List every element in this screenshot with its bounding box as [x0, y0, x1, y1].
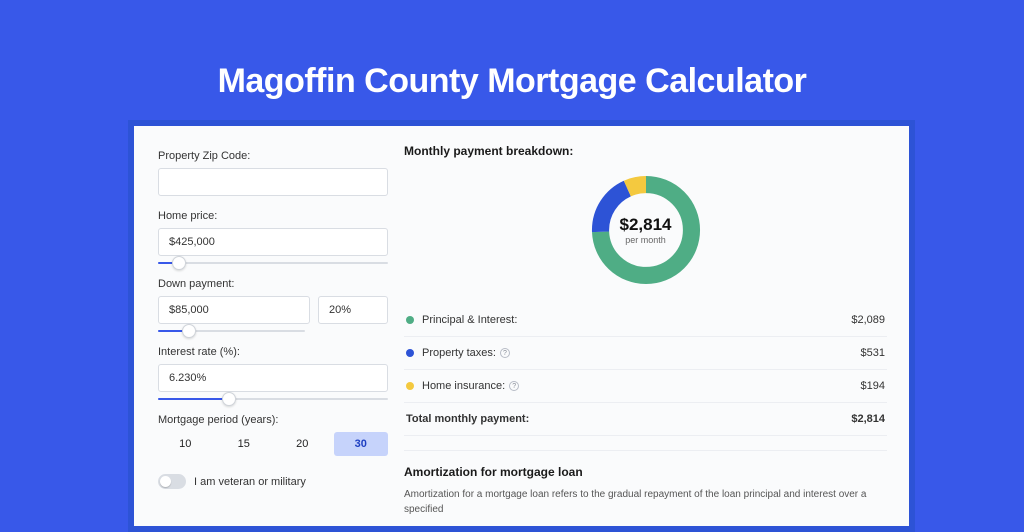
legend-row-total: Total monthly payment: $2,814 [404, 403, 887, 436]
mortgage-period-label: Mortgage period (years): [158, 414, 388, 426]
donut-amount: $2,814 [620, 215, 672, 235]
zip-input[interactable] [158, 168, 388, 196]
calculator-panel: Property Zip Code: Home price: Down paym… [128, 120, 915, 532]
legend-name-insurance-text: Home insurance: [422, 380, 505, 392]
home-price-slider[interactable] [158, 262, 388, 264]
zip-label: Property Zip Code: [158, 150, 388, 162]
donut-chart: $2,814 per month [586, 170, 706, 290]
legend-name-principal: Principal & Interest: [422, 314, 851, 326]
info-icon[interactable]: ? [500, 348, 510, 358]
home-price-input[interactable] [158, 228, 388, 256]
field-home-price: Home price: [158, 210, 388, 264]
veteran-toggle-row: I am veteran or military [158, 474, 388, 489]
legend-name-total: Total monthly payment: [406, 413, 851, 425]
legend-dot-insurance [406, 382, 414, 390]
legend-value-principal: $2,089 [851, 314, 885, 326]
period-option-20[interactable]: 20 [275, 432, 330, 456]
donut-center: $2,814 per month [586, 170, 706, 290]
interest-rate-input[interactable] [158, 364, 388, 392]
legend-row-principal: Principal & Interest: $2,089 [404, 304, 887, 337]
field-down-payment: Down payment: [158, 278, 388, 332]
donut-sub: per month [625, 235, 666, 245]
home-price-label: Home price: [158, 210, 388, 222]
legend-name-taxes-text: Property taxes: [422, 347, 496, 359]
legend-dot-principal [406, 316, 414, 324]
interest-slider-thumb[interactable] [222, 392, 236, 406]
period-option-30[interactable]: 30 [334, 432, 389, 456]
legend-value-insurance: $194 [861, 380, 885, 392]
info-icon[interactable]: ? [509, 381, 519, 391]
veteran-toggle[interactable] [158, 474, 186, 489]
field-mortgage-period: Mortgage period (years): 10 15 20 30 [158, 414, 388, 456]
legend-name-insurance: Home insurance: ? [422, 380, 861, 392]
down-payment-pct-input[interactable] [318, 296, 388, 324]
interest-slider-fill [158, 398, 229, 400]
down-payment-slider[interactable] [158, 330, 305, 332]
period-option-15[interactable]: 15 [217, 432, 272, 456]
home-price-slider-thumb[interactable] [172, 256, 186, 270]
breakdown-column: Monthly payment breakdown: $2,814 per mo… [394, 144, 909, 526]
field-zip: Property Zip Code: [158, 150, 388, 196]
mortgage-period-options: 10 15 20 30 [158, 432, 388, 456]
amortization-body: Amortization for a mortgage loan refers … [404, 487, 887, 517]
down-payment-amount-input[interactable] [158, 296, 310, 324]
breakdown-title: Monthly payment breakdown: [404, 144, 887, 158]
period-option-10[interactable]: 10 [158, 432, 213, 456]
down-payment-label: Down payment: [158, 278, 388, 290]
interest-rate-label: Interest rate (%): [158, 346, 388, 358]
donut-chart-wrap: $2,814 per month [404, 160, 887, 304]
page-title: Magoffin County Mortgage Calculator [0, 0, 1024, 101]
interest-rate-slider[interactable] [158, 398, 388, 400]
legend-value-total: $2,814 [851, 413, 885, 425]
legend-name-taxes: Property taxes: ? [422, 347, 861, 359]
legend-value-taxes: $531 [861, 347, 885, 359]
veteran-toggle-label: I am veteran or military [194, 476, 306, 488]
calculator-body: Property Zip Code: Home price: Down paym… [134, 126, 909, 526]
field-interest-rate: Interest rate (%): [158, 346, 388, 400]
down-payment-slider-thumb[interactable] [182, 324, 196, 338]
legend-row-insurance: Home insurance: ? $194 [404, 370, 887, 403]
legend-dot-taxes [406, 349, 414, 357]
amortization-title: Amortization for mortgage loan [404, 450, 887, 479]
form-column: Property Zip Code: Home price: Down paym… [134, 144, 394, 526]
legend-row-taxes: Property taxes: ? $531 [404, 337, 887, 370]
